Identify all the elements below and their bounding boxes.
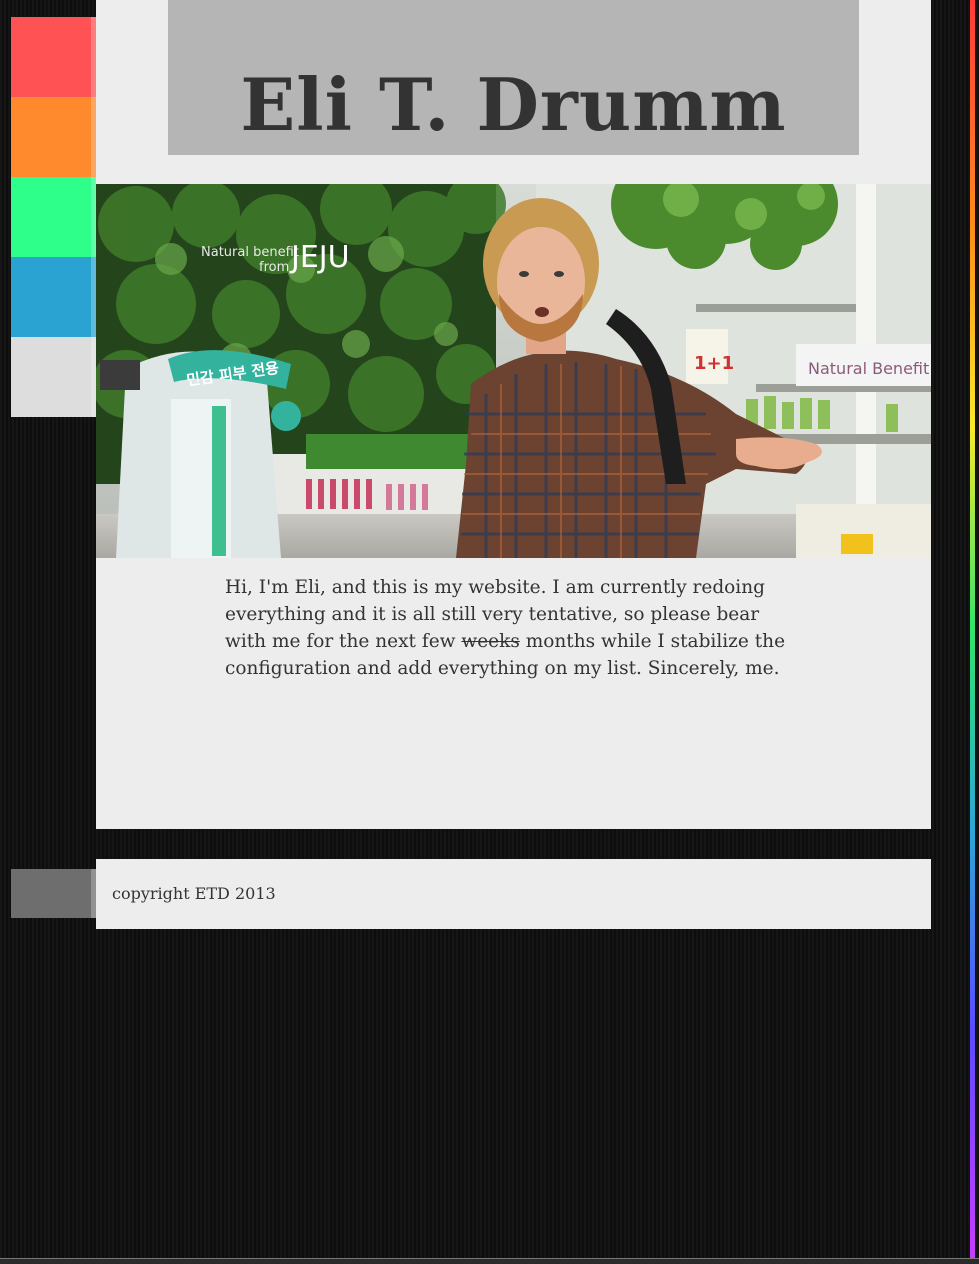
nav-tab-orange[interactable] xyxy=(11,97,96,177)
photo-sign-jeju-small: Natural benefit xyxy=(201,245,299,260)
photo-sign-jeju-from: from xyxy=(259,260,289,275)
rainbow-edge xyxy=(970,0,975,1258)
site-header: Eli T. Drumm xyxy=(96,0,931,184)
nav-tab-green[interactable] xyxy=(11,177,96,257)
intro-struck-word: weeks xyxy=(461,631,520,652)
photo-sign-promo: 1+1 xyxy=(694,353,734,374)
footer-tab[interactable] xyxy=(11,869,96,918)
nav-tab-light[interactable] xyxy=(11,337,96,417)
nav-tab-red[interactable] xyxy=(11,17,96,97)
copyright-text: copyright ETD 2013 xyxy=(112,884,276,903)
window-bottom-border xyxy=(0,1258,979,1264)
color-tab-nav xyxy=(11,17,96,417)
hero-photo: 민감 피부 전용 Natural benefit from JEJU Natur… xyxy=(96,184,931,558)
photo-sign-jeju-brand: JEJU xyxy=(289,240,350,275)
site-title: Eli T. Drumm xyxy=(240,62,787,147)
nav-tab-blue[interactable] xyxy=(11,257,96,337)
title-banner: Eli T. Drumm xyxy=(168,0,859,155)
intro-paragraph: Hi, I'm Eli, and this is my website. I a… xyxy=(225,574,795,682)
photo-sign-natural-benefit: Natural Benefit xyxy=(808,359,929,378)
site-footer: copyright ETD 2013 xyxy=(96,859,931,929)
main-content: Hi, I'm Eli, and this is my website. I a… xyxy=(96,558,931,829)
